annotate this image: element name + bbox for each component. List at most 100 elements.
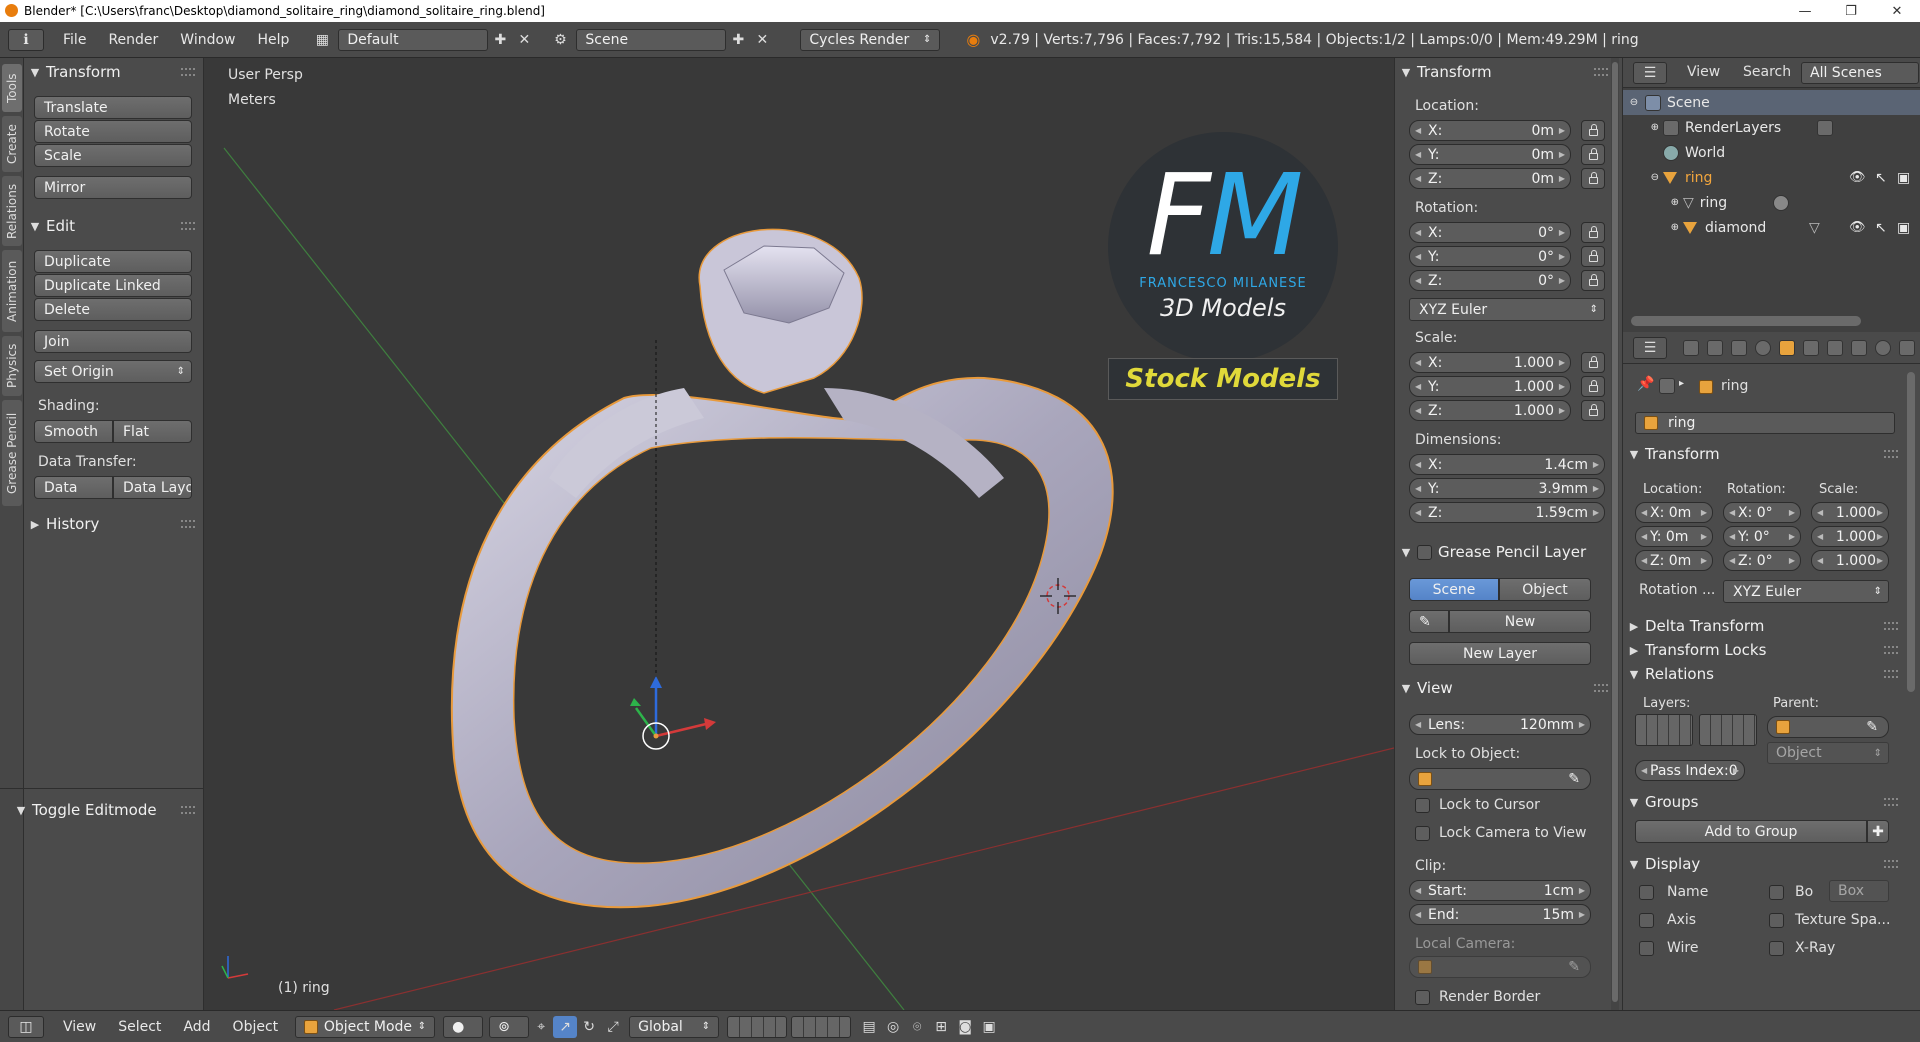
eyedropper-icon[interactable]: ✎ — [1866, 719, 1878, 735]
opengl-render-icon[interactable]: ◙ — [953, 1016, 977, 1038]
pivot-point-select[interactable]: ⊚ — [489, 1015, 530, 1038]
manipulator-toggle-icon[interactable]: ⌖ — [529, 1016, 553, 1038]
smooth-button[interactable]: Smooth — [34, 420, 113, 443]
dimension-y-field[interactable]: ◀ Y: 3.9mm ▶ — [1409, 478, 1605, 499]
translate-manipulator-icon[interactable]: ↗ — [553, 1015, 578, 1038]
data-button[interactable]: Data — [34, 476, 113, 499]
editor-type-info[interactable]: ℹ — [0, 28, 52, 51]
proportional-edit-icon[interactable]: ◎ — [881, 1016, 905, 1038]
location-z-field[interactable]: ◀ Z: 0m ▶ — [1409, 168, 1571, 189]
eyedropper-icon[interactable]: ✎ — [1568, 771, 1580, 787]
remove-scene-icon[interactable]: ✕ — [750, 29, 774, 51]
panel-grip-icon[interactable] — [1884, 622, 1898, 630]
menu-object[interactable]: Object — [222, 1019, 290, 1035]
panel-grip-icon[interactable] — [1884, 646, 1898, 654]
menu-view[interactable]: View — [52, 1019, 107, 1035]
transform-locks-header[interactable]: ▶ Transform Locks — [1623, 638, 1767, 662]
gp-scene-button[interactable]: Scene — [1409, 578, 1499, 601]
menu-select[interactable]: Select — [107, 1019, 172, 1035]
location-y-field[interactable]: ◀ Y: 0m ▶ — [1409, 144, 1571, 165]
lock-icon[interactable] — [1581, 246, 1605, 267]
panel-grip-icon[interactable] — [181, 68, 195, 76]
scene-layers-left[interactable] — [727, 1015, 788, 1038]
menu-render[interactable]: Render — [97, 32, 169, 48]
add-screen-icon[interactable]: ✚ — [488, 29, 512, 51]
tab-animation[interactable]: Animation — [2, 250, 22, 332]
display-header[interactable]: ▼ Display — [1623, 852, 1701, 876]
prop-rotation-y[interactable]: ◀ Y: 0° ▶ — [1723, 526, 1801, 547]
outliner-scrollbar[interactable] — [1631, 316, 1861, 326]
grease-pencil-checkbox[interactable] — [1417, 544, 1432, 560]
lock-camera-to-view-checkbox[interactable] — [1415, 826, 1430, 841]
local-camera-field[interactable]: ✎ — [1409, 956, 1591, 978]
outliner-row-ring-mesh[interactable]: ⊕ ▽ ring — [1623, 190, 1920, 215]
dimension-x-field[interactable]: ◀ X: 1.4cm ▶ — [1409, 454, 1605, 475]
minimize-button[interactable]: — — [1782, 0, 1828, 22]
display-texture-space-checkbox[interactable] — [1769, 913, 1784, 928]
lock-icon[interactable] — [1581, 222, 1605, 243]
groups-header[interactable]: ▼ Groups — [1623, 790, 1699, 814]
lock-icon[interactable] — [1581, 270, 1605, 291]
gp-new-button[interactable]: New — [1449, 610, 1591, 633]
modifiers-tab-icon[interactable] — [1827, 340, 1843, 356]
gp-pencil-icon[interactable]: ✎ — [1409, 610, 1449, 633]
menu-window[interactable]: Window — [169, 32, 246, 48]
outliner-row-diamond[interactable]: ⊕ diamond ▽ 👁 ↖ ▣ — [1623, 215, 1920, 240]
lock-icon[interactable] — [1581, 352, 1605, 373]
n-transform-header[interactable]: ▼ Transform — [1395, 60, 1492, 84]
rotate-manipulator-icon[interactable]: ↻ — [577, 1016, 601, 1038]
render-border-checkbox[interactable] — [1415, 990, 1430, 1005]
3d-viewport[interactable]: User Persp Meters (1) ring FM FRANCESCO … — [204, 58, 1394, 1010]
screen-layout-icon[interactable]: ▦ — [310, 29, 334, 51]
world-tab-icon[interactable] — [1755, 340, 1771, 356]
mode-select[interactable]: Object Mode ⇕ — [295, 1015, 436, 1038]
panel-grip-icon[interactable] — [1884, 798, 1898, 806]
remove-screen-icon[interactable]: ✕ — [512, 29, 536, 51]
expand-icon[interactable]: ⊕ — [1623, 197, 1683, 208]
menu-file[interactable]: File — [52, 32, 97, 48]
data-layout-button[interactable]: Data Layo — [113, 476, 192, 499]
editor-type-3dview[interactable]: ◫ — [0, 1015, 52, 1038]
dimension-z-field[interactable]: ◀ Z: 1.59cm ▶ — [1409, 502, 1605, 523]
prop-location-z[interactable]: ◀ Z: 0m ▶ — [1635, 550, 1713, 571]
prop-rotation-mode-select[interactable]: XYZ Euler ⇕ — [1723, 580, 1889, 603]
gp-new-layer-button[interactable]: New Layer — [1409, 642, 1591, 665]
prop-transform-header[interactable]: ▼ Transform — [1623, 442, 1720, 466]
panel-grip-icon[interactable] — [181, 520, 195, 528]
toggle-editmode-panel[interactable]: ▼ Toggle Editmode — [10, 798, 157, 822]
scale-manipulator-icon[interactable]: ⤢ — [601, 1016, 625, 1038]
flat-button[interactable]: Flat — [113, 420, 192, 443]
scale-z-field[interactable]: ◀ Z: 1.000 ▶ — [1409, 400, 1571, 421]
outliner-search-menu[interactable]: Search — [1743, 64, 1791, 80]
screen-layout-field[interactable]: Default — [338, 28, 489, 51]
prop-location-x[interactable]: ◀ X: 0m ▶ — [1635, 502, 1713, 523]
pass-index-field[interactable]: ◀ Pass Index:0 ▶ — [1635, 760, 1745, 781]
add-scene-icon[interactable]: ✚ — [726, 29, 750, 51]
clip-start-field[interactable]: ◀ Start: 1cm ▶ — [1409, 880, 1591, 901]
close-button[interactable]: ✕ — [1874, 0, 1920, 22]
panel-grip-icon[interactable] — [1884, 860, 1898, 868]
scene-field[interactable]: Scene — [576, 28, 727, 51]
display-wire-checkbox[interactable] — [1639, 941, 1654, 956]
scale-button[interactable]: Scale — [34, 144, 192, 167]
transform-orientation-select[interactable]: Global ⇕ — [629, 1015, 720, 1038]
duplicate-linked-button[interactable]: Duplicate Linked — [34, 274, 192, 297]
clip-end-field[interactable]: ◀ End: 15m ▶ — [1409, 904, 1591, 925]
edit-panel-header[interactable]: ▼ Edit — [24, 214, 75, 238]
panel-grip-icon[interactable] — [1884, 450, 1898, 458]
tab-relations[interactable]: Relations — [2, 176, 22, 246]
scene-icon[interactable]: ⚙ — [548, 29, 572, 51]
texture-tab-icon[interactable] — [1899, 340, 1915, 356]
outliner-row-world[interactable]: World — [1623, 140, 1920, 165]
outliner-row-scene[interactable]: ⊖ Scene — [1623, 90, 1920, 115]
object-name-field[interactable]: ring — [1635, 412, 1895, 434]
sidebar-scrollbar[interactable] — [1611, 58, 1619, 1010]
layers-grid-right[interactable] — [1699, 714, 1757, 746]
scene-tab-icon[interactable] — [1731, 340, 1747, 356]
lock-icon[interactable] — [1581, 144, 1605, 165]
pin-icon[interactable]: 📌 — [1637, 376, 1654, 392]
tab-tools[interactable]: Tools — [2, 64, 22, 112]
relations-header[interactable]: ▼ Relations — [1623, 662, 1714, 686]
scale-x-field[interactable]: ◀ X: 1.000 ▶ — [1409, 352, 1571, 373]
add-group-plus-icon[interactable]: ✚ — [1867, 820, 1889, 843]
